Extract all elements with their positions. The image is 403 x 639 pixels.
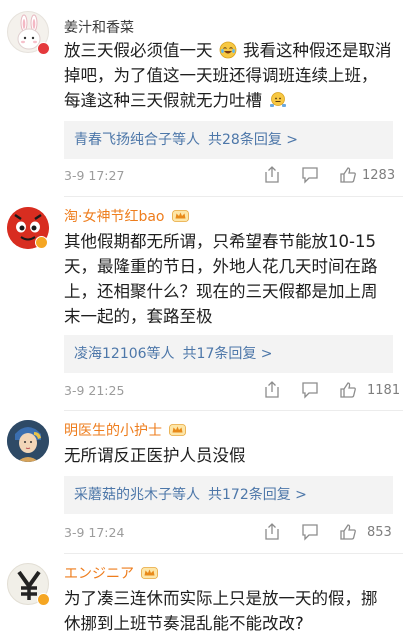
like-count: 853 (367, 525, 392, 540)
comment-text-line: 其他假期都无所谓，只希望春节能放10-15 (64, 232, 376, 251)
like-count: 1283 (362, 168, 396, 183)
comment-username-text: エンジニア (64, 566, 134, 582)
vip-crown-icon (141, 567, 159, 579)
comment-username[interactable]: 姜汁和香菜 (64, 20, 134, 36)
comment-time: 3-9 21:25 (64, 383, 125, 398)
replies-count: 共17条回复 > (182, 346, 273, 362)
vip-crown-icon (169, 424, 187, 436)
replies-summary[interactable]: 青春飞扬纯合子等人 共28条回复 > (64, 121, 393, 159)
like-count: 1181 (367, 383, 401, 398)
thumbs-up-icon[interactable] (339, 523, 357, 541)
comment-time: 3-9 17:24 (64, 525, 125, 540)
comment-text-line: 掉吧，为了值这一天班还得调班连续上班， (64, 66, 378, 85)
comment-text: 其他假期都无所谓，只希望春节能放10-15 天，最隆重的节日，外地人花几天时间在… (64, 229, 398, 329)
comment-meta: 3-9 21:25 1181 (64, 381, 401, 401)
comment-username[interactable]: 淘·女神节红bao (64, 209, 189, 225)
comment-username-text: 明医生的小护士 (64, 423, 162, 439)
vip-crown-icon (172, 210, 189, 222)
comment-text-line: 为了凑三连休而实际上只是放一天的假，挪 (64, 589, 378, 608)
share-icon[interactable] (264, 523, 280, 541)
replies-users: 采蘑菇的兆木子等人 (74, 487, 200, 503)
comment-text-line: 无所谓反正医护人员没假 (64, 446, 246, 465)
comment-icon[interactable] (301, 523, 319, 541)
comment-text: 为了凑三连休而实际上只是放一天的假，挪 休挪到上班节奏混乱能不能改改? (64, 586, 398, 636)
replies-users: 凌海12106等人 (74, 346, 175, 362)
comment-meta: 3-9 17:24 853 (64, 523, 397, 543)
shrug-emoji-icon (270, 92, 287, 107)
replies-count: 共28条回复 > (208, 132, 298, 148)
share-icon[interactable] (264, 166, 280, 184)
comment-meta: 3-9 17:27 1283 (64, 166, 397, 186)
comment-username[interactable]: 明医生的小护士 (64, 423, 187, 439)
thumbs-up-icon[interactable] (339, 166, 357, 184)
replies-users: 青春飞扬纯合子等人 (74, 132, 200, 148)
comment-text-line: 放三天假必须值一天 (64, 41, 213, 60)
thumbs-up-icon[interactable] (339, 381, 357, 399)
comment-text: 无所谓反正医护人员没假 (64, 443, 398, 468)
red-verified-badge (37, 42, 50, 55)
comment-icon[interactable] (301, 166, 319, 184)
divider (64, 410, 403, 411)
gold-verified-badge (37, 593, 50, 606)
comment-text-line: 每逢这种三天假就无力吐槽 (64, 91, 262, 110)
comment-text-line: 天，最隆重的节日，外地人花几天时间在路 (64, 257, 378, 276)
portrait-avatar-image (7, 420, 49, 462)
comment-text-line: 休挪到上班节奏混乱能不能改改? (64, 614, 304, 633)
comment-text-line: 末一起的，套路至极 (64, 307, 213, 326)
comment-text-line: 上，还相聚什么？现在的三天假都是加上周 (64, 282, 378, 301)
replies-summary[interactable]: 采蘑菇的兆木子等人 共172条回复 > (64, 476, 393, 514)
comment-text-line: 我看这种假还是取消 (243, 41, 392, 60)
comment-icon[interactable] (301, 381, 319, 399)
replies-count: 共172条回复 > (208, 487, 307, 503)
laugh-cry-emoji-icon (219, 41, 237, 59)
comment-time: 3-9 17:27 (64, 168, 125, 183)
divider (64, 196, 403, 197)
share-icon[interactable] (264, 381, 280, 399)
avatar[interactable] (7, 420, 49, 462)
comment-username-text: 淘·女神节红bao (64, 209, 165, 225)
comment-username[interactable]: エンジニア (64, 566, 159, 582)
divider (64, 553, 403, 554)
replies-summary[interactable]: 凌海12106等人 共17条回复 > (64, 335, 393, 373)
gold-verified-badge (35, 236, 48, 249)
comment-text: 放三天假必须值一天 我看这种假还是取消 掉吧，为了值这一天班还得调班连续上班， … (64, 38, 398, 113)
